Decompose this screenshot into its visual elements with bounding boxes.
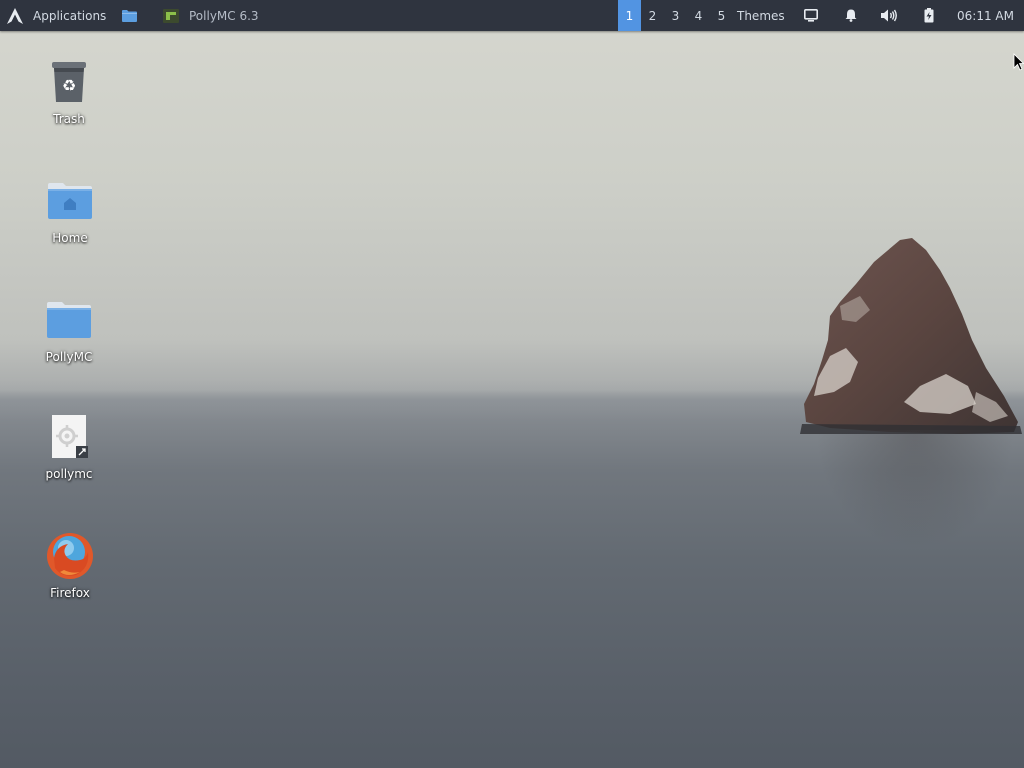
folder-icon (121, 9, 137, 22)
workspace-1-button[interactable]: 1 (618, 0, 641, 31)
taskbar-window-label: PollyMC 6.3 (189, 8, 259, 23)
workspace-label: 2 (648, 8, 657, 23)
desktop-icon-home[interactable]: Home (30, 177, 110, 245)
notifications-tray-button[interactable] (840, 0, 862, 31)
volume-tray-button[interactable] (878, 0, 900, 31)
workspace-3-button[interactable]: 3 (664, 0, 687, 31)
icon-label: pollymc (45, 467, 93, 481)
monitor-icon (804, 9, 818, 22)
workspace-label: 3 (671, 8, 680, 23)
file-manager-launcher[interactable] (121, 0, 137, 31)
display-tray-button[interactable] (800, 0, 822, 31)
desktop-icon-pollymc-executable[interactable]: pollymc (29, 413, 109, 481)
workspace-2-button[interactable]: 2 (641, 0, 664, 31)
desktop-icon-trash[interactable]: ♻ Trash (29, 58, 109, 126)
workspace-5-button[interactable]: 5 (710, 0, 733, 31)
clock-time: 06:11 AM (957, 8, 1014, 23)
bell-icon (845, 9, 857, 22)
icon-label: Trash (53, 112, 85, 126)
home-folder-icon (46, 177, 94, 225)
taskbar-window-button[interactable]: PollyMC 6.3 (163, 0, 259, 31)
icon-label: PollyMC (45, 350, 93, 364)
pollymc-app-icon (163, 8, 179, 23)
desktop-background[interactable]: ♻ Trash Home PollyMC pollymc Firefox (0, 0, 1024, 768)
workspace-4-button[interactable]: 4 (687, 0, 710, 31)
sea-rock-image (800, 238, 1022, 434)
speaker-volume-icon (880, 9, 897, 22)
themes-button[interactable]: Themes (737, 0, 785, 31)
mouse-cursor-icon (1013, 53, 1024, 71)
workspace-label: 4 (694, 8, 703, 23)
battery-tray-button[interactable] (918, 0, 940, 31)
applications-menu-button[interactable]: Applications (6, 0, 106, 31)
trash-icon: ♻ (45, 58, 93, 106)
themes-label: Themes (737, 8, 785, 23)
rock-reflection (815, 430, 1015, 550)
executable-file-icon (45, 413, 93, 461)
folder-icon (45, 296, 93, 344)
arch-logo-icon (7, 7, 23, 24)
battery-charging-icon (924, 8, 934, 23)
firefox-icon (46, 532, 94, 580)
icon-label: Firefox (50, 586, 90, 600)
applications-menu-label: Applications (33, 8, 107, 23)
workspace-label: 1 (625, 8, 634, 23)
icon-label: Home (52, 231, 88, 245)
workspace-label: 5 (717, 8, 726, 23)
clock[interactable]: 06:11 AM (957, 0, 1014, 31)
top-panel: Applications PollyMC 6.3 1 2 3 4 5 Theme… (0, 0, 1024, 31)
svg-text:♻: ♻ (62, 76, 76, 95)
desktop-icon-pollymc-folder[interactable]: PollyMC (29, 296, 109, 364)
desktop-icon-firefox[interactable]: Firefox (30, 532, 110, 600)
